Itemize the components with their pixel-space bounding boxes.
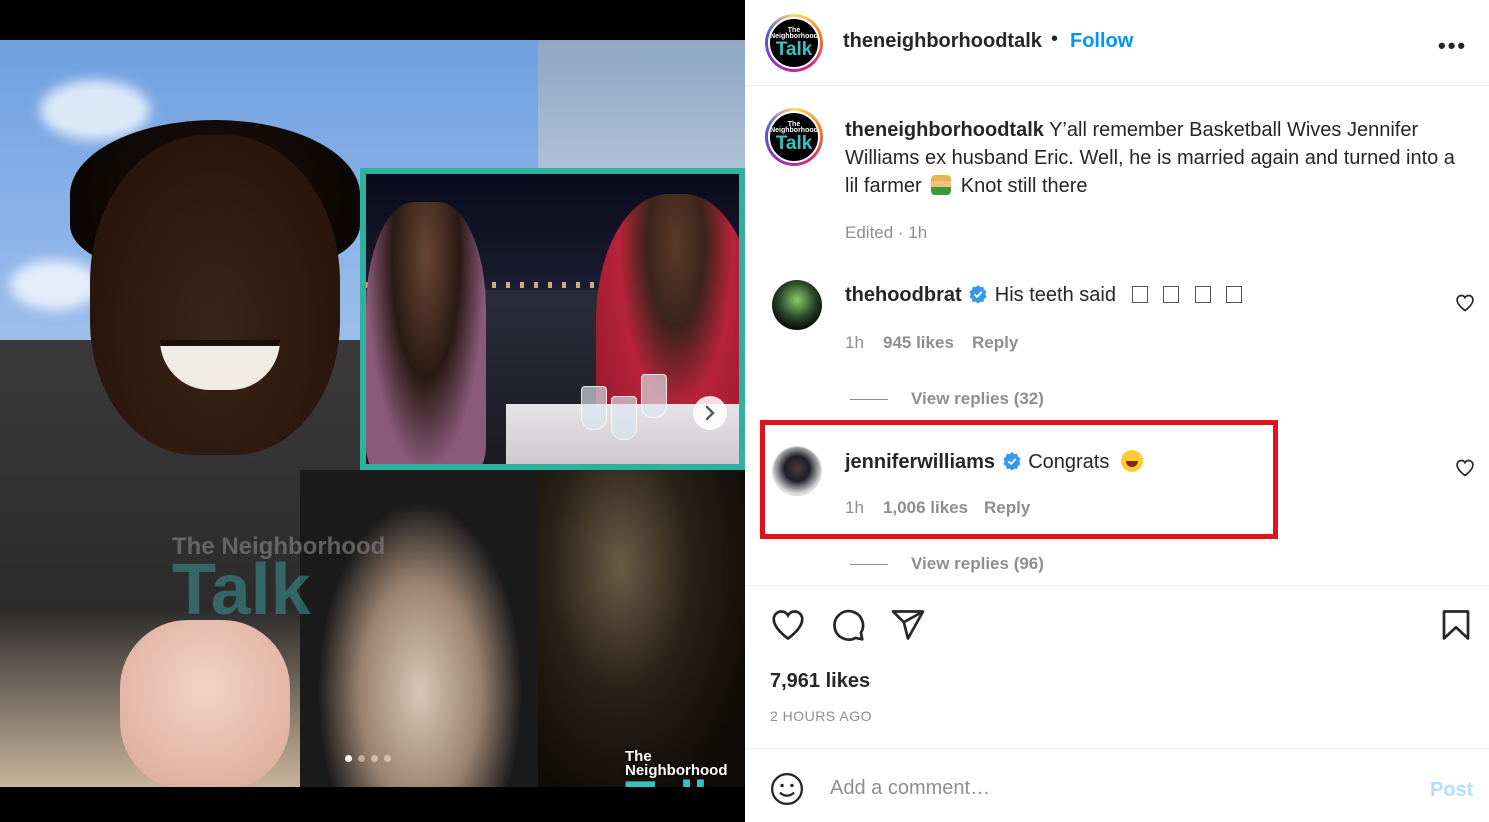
- post-media[interactable]: The Neighborhood Talk The Neighborhood T…: [0, 0, 745, 822]
- caption-meta: Edited · 1h: [845, 223, 928, 242]
- inset-woman: [366, 202, 486, 464]
- comment-likes[interactable]: 945 likes: [883, 333, 954, 353]
- view-replies-line: [850, 399, 888, 400]
- comment-text: His teeth said: [994, 284, 1116, 306]
- emoji-placeholder-icon: [1226, 286, 1243, 303]
- caption-author-avatar[interactable]: The Neighborhood Talk: [765, 108, 823, 166]
- post-comment-button[interactable]: Post: [1430, 779, 1473, 802]
- photo-panel-top-right: [538, 40, 745, 180]
- view-replies-button[interactable]: View replies (96): [911, 554, 1044, 574]
- inset-photo: [360, 168, 745, 470]
- carousel-dot: [345, 755, 352, 762]
- comment-line: thehoodbrat His teeth said: [845, 284, 1243, 307]
- post-details-panel: The Neighborhood Talk theneighborhoodtal…: [745, 0, 1489, 822]
- post-timestamp: 2 HOURS AGO: [770, 708, 872, 724]
- emoji-picker-icon[interactable]: [770, 772, 804, 806]
- comment-input[interactable]: [830, 777, 1390, 800]
- watermark-logo: The Neighborhood Talk: [172, 533, 386, 630]
- avatar-logo-title: Talk: [775, 132, 813, 154]
- caption-username[interactable]: theneighborhoodtalk: [845, 119, 1044, 141]
- comment-highlight-box: [760, 420, 1278, 539]
- view-replies-button[interactable]: View replies (32): [911, 389, 1044, 409]
- chevron-right-icon: [705, 405, 715, 421]
- emoji-placeholder-icon: [1194, 286, 1211, 303]
- caption-text-end: Knot still there: [960, 175, 1088, 197]
- author-avatar[interactable]: The Neighborhood Talk: [765, 14, 823, 72]
- avatar-logo-title: Talk: [775, 38, 813, 60]
- farmer-emoji-icon: [931, 175, 952, 195]
- author-username[interactable]: theneighborhoodtalk: [843, 30, 1042, 53]
- comment-form: Post: [745, 748, 1489, 822]
- emoji-placeholder-icon: [1131, 286, 1148, 303]
- hand-with-ring: [120, 620, 290, 787]
- emoji-placeholder-icon: [1163, 286, 1180, 303]
- carousel-indicator: [345, 755, 391, 762]
- verified-badge-icon: [969, 285, 987, 303]
- comment-like-heart-icon[interactable]: [1455, 458, 1475, 478]
- comment-bubble-icon[interactable]: [830, 607, 866, 643]
- photo-panel-woman: [300, 470, 540, 787]
- post-header: The Neighborhood Talk theneighborhoodtal…: [745, 0, 1489, 86]
- comment-username[interactable]: thehoodbrat: [845, 284, 962, 306]
- photo-panel-lower-right: [538, 470, 745, 787]
- follow-button[interactable]: Follow: [1070, 30, 1133, 53]
- comment-avatar[interactable]: [772, 280, 822, 330]
- likes-count[interactable]: 7,961 likes: [770, 670, 870, 693]
- bookmark-icon[interactable]: [1438, 607, 1474, 643]
- man-face: [90, 135, 340, 455]
- carousel-dot: [358, 755, 365, 762]
- watermark-logo-corner: The Neighborhood Talk: [625, 748, 728, 787]
- more-options-icon[interactable]: •••: [1438, 33, 1467, 59]
- comment-reply-button[interactable]: Reply: [972, 333, 1018, 353]
- post-caption: theneighborhoodtalk Y’all remember Baske…: [845, 116, 1455, 200]
- carousel-next-button[interactable]: [693, 396, 727, 430]
- share-send-icon[interactable]: [890, 607, 926, 643]
- header-separator: •: [1051, 28, 1059, 50]
- carousel-dot: [371, 755, 378, 762]
- comment-time[interactable]: 1h: [845, 333, 864, 353]
- like-heart-icon[interactable]: [770, 607, 806, 643]
- comment-like-heart-icon[interactable]: [1455, 293, 1475, 313]
- carousel-dot: [384, 755, 391, 762]
- carousel-image: The Neighborhood Talk The Neighborhood T…: [0, 40, 745, 787]
- view-replies-line: [850, 564, 888, 565]
